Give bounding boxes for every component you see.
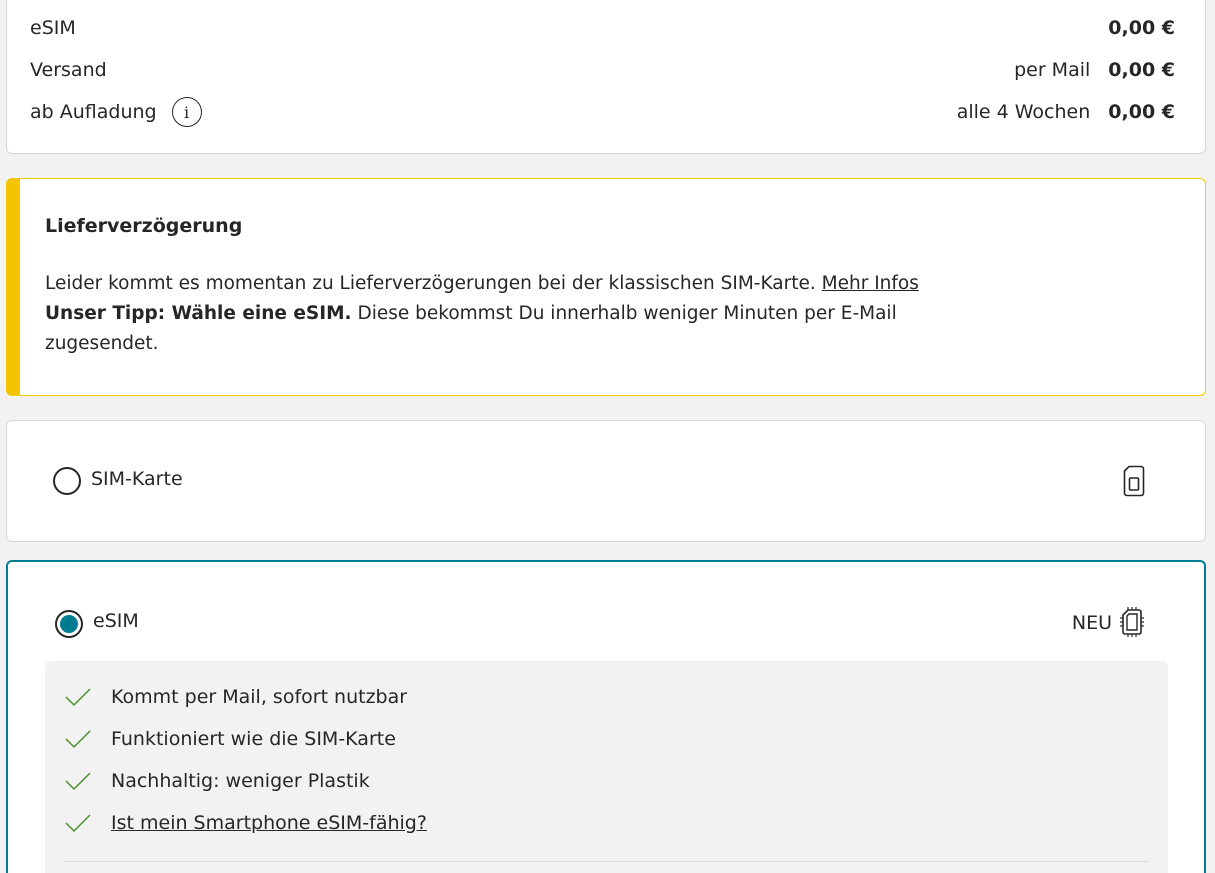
notice-text: Leider kommt es momentan zu Lieferverzög… <box>45 269 945 359</box>
check-icon <box>65 814 91 833</box>
summary-row-aufladung: ab Aufladung i alle 4 Wochen 0,00 € <box>30 97 1175 127</box>
check-icon <box>65 688 91 707</box>
sim-card-icon <box>1123 465 1145 497</box>
summary-price: 0,00 € <box>1108 59 1175 81</box>
summary-row-esim: eSIM 0,00 € <box>30 13 1175 43</box>
esim-features-box: Kommt per Mail, sofort nutzbar Funktioni… <box>45 661 1168 873</box>
summary-label: ab Aufladung <box>30 101 157 123</box>
summary-label: Versand <box>30 59 107 81</box>
esim-compatibility-link[interactable]: Ist mein Smartphone eSIM-fähig? <box>111 812 427 834</box>
feature-item: Nachhaltig: weniger Plastik <box>65 766 370 796</box>
esim-chip-icon <box>1120 607 1144 637</box>
feature-item: Funktioniert wie die SIM-Karte <box>65 724 396 754</box>
summary-note: per Mail <box>1014 59 1091 81</box>
option-esim[interactable]: eSIM NEU Kommt per Mail, sofort nutzbar … <box>6 560 1206 873</box>
new-badge: NEU <box>1071 612 1112 634</box>
sim-card-label: SIM-Karte <box>91 468 183 490</box>
delivery-delay-notice: Lieferverzögerung Leider kommt es moment… <box>6 178 1206 396</box>
esim-label: eSIM <box>93 610 139 632</box>
notice-title: Lieferverzögerung <box>45 215 243 237</box>
summary-label: eSIM <box>30 17 76 39</box>
feature-text: Kommt per Mail, sofort nutzbar <box>111 686 408 708</box>
info-icon[interactable]: i <box>171 97 202 127</box>
option-sim-card[interactable]: SIM-Karte <box>6 420 1206 542</box>
check-icon <box>65 730 91 749</box>
notice-tip: Unser Tipp: Wähle eine eSIM. <box>45 303 352 324</box>
cost-summary-card: eSIM 0,00 € Versand per Mail 0,00 € ab A… <box>6 0 1206 154</box>
summary-note: alle 4 Wochen <box>956 101 1091 123</box>
feature-item: Ist mein Smartphone eSIM-fähig? <box>65 808 427 838</box>
notice-text-1: Leider kommt es momentan zu Lieferverzög… <box>45 273 816 294</box>
more-info-link[interactable]: Mehr Infos <box>822 273 919 294</box>
divider <box>65 861 1148 862</box>
summary-row-versand: Versand per Mail 0,00 € <box>30 55 1175 85</box>
feature-text: Nachhaltig: weniger Plastik <box>111 770 370 792</box>
feature-text: Funktioniert wie die SIM-Karte <box>111 728 396 750</box>
feature-item: Kommt per Mail, sofort nutzbar <box>65 682 407 712</box>
check-icon <box>65 772 91 791</box>
summary-price: 0,00 € <box>1108 101 1175 123</box>
summary-price: 0,00 € <box>1108 17 1175 39</box>
sim-card-radio[interactable] <box>53 467 81 495</box>
esim-radio[interactable] <box>55 610 83 638</box>
